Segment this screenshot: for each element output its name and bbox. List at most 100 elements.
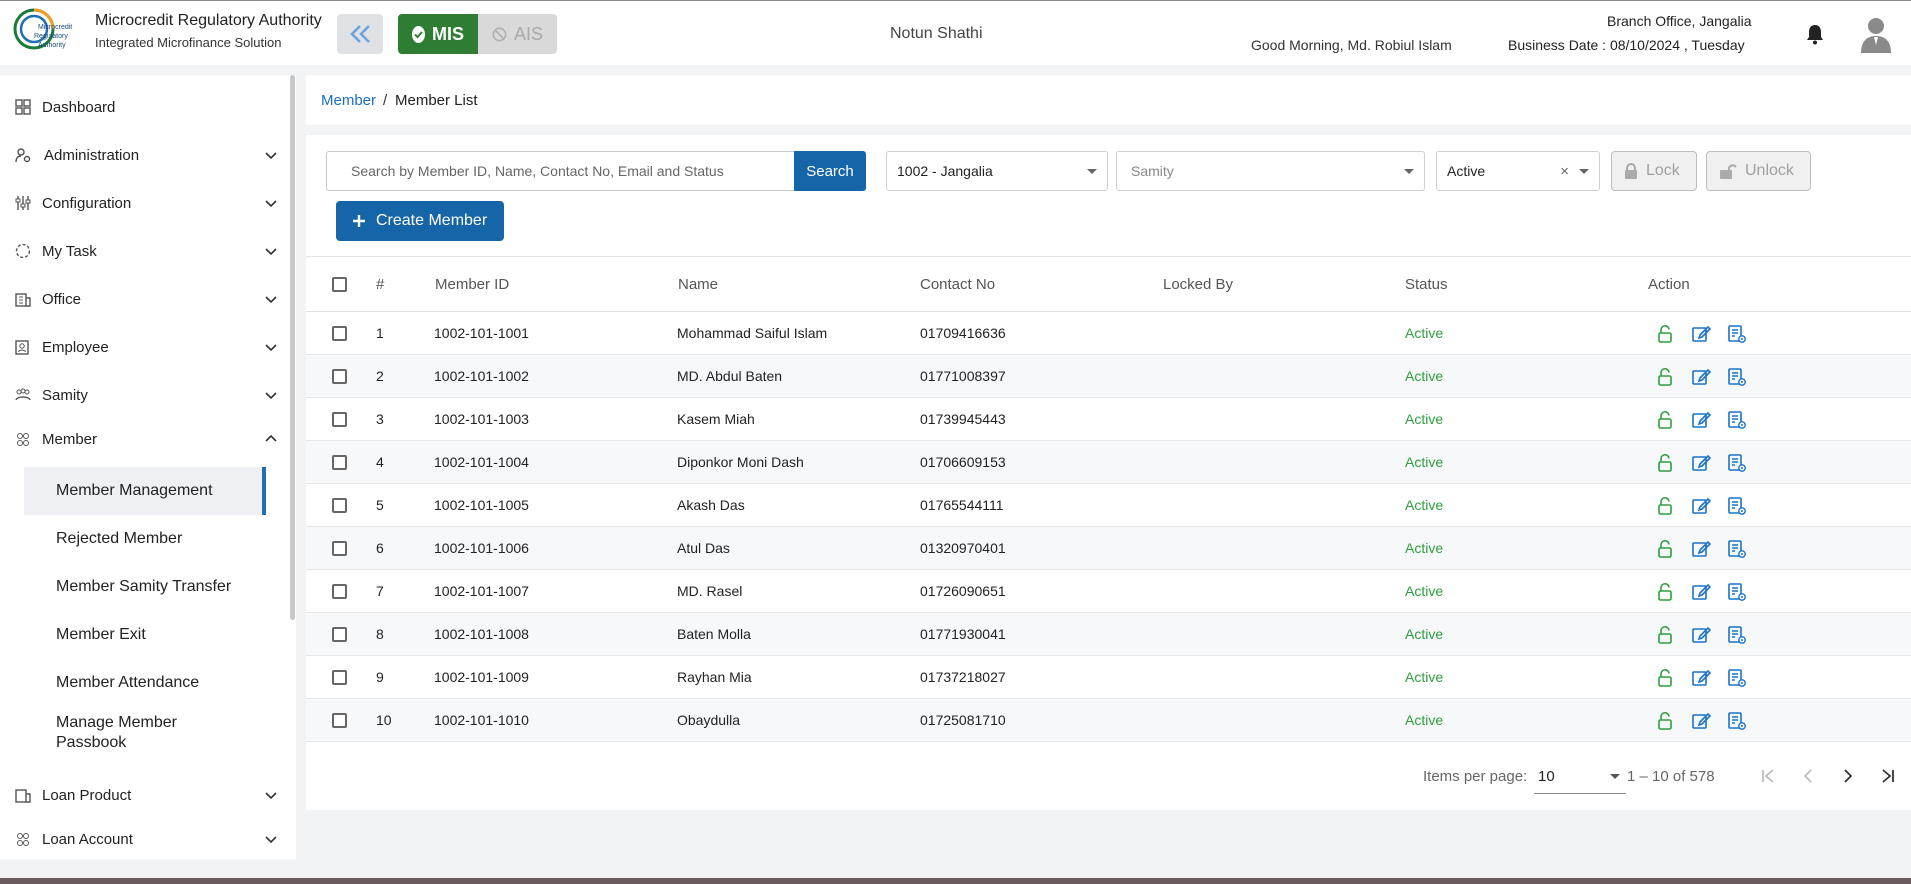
- table-row[interactable]: 4 1002-101-1004 Diponkor Moni Dash 01706609…: [306, 441, 1911, 484]
- unlock-icon[interactable]: [1655, 324, 1675, 344]
- samity-select[interactable]: Samity: [1116, 151, 1425, 191]
- next-page-button[interactable]: [1833, 761, 1863, 791]
- col-header-name[interactable]: Name: [678, 276, 718, 293]
- sidebar-item-employee[interactable]: Employee: [0, 327, 285, 367]
- edit-icon[interactable]: [1691, 410, 1711, 430]
- unlock-button[interactable]: Unlock: [1706, 151, 1811, 191]
- lock-button[interactable]: Lock: [1611, 151, 1697, 191]
- first-page-button[interactable]: [1753, 761, 1783, 791]
- status-select-value: Active: [1447, 163, 1486, 179]
- mis-mode-button[interactable]: MIS: [398, 14, 478, 54]
- row-checkbox[interactable]: [332, 670, 347, 685]
- chevron-down-icon: [265, 836, 277, 844]
- row-checkbox[interactable]: [332, 541, 347, 556]
- edit-icon[interactable]: [1691, 668, 1711, 688]
- view-details-icon[interactable]: [1727, 582, 1747, 602]
- row-checkbox[interactable]: [332, 326, 347, 341]
- row-checkbox[interactable]: [332, 498, 347, 513]
- unlock-icon[interactable]: [1655, 453, 1675, 473]
- table-row[interactable]: 2 1002-101-1002 MD. Abdul Baten 01771008397…: [306, 355, 1911, 398]
- clear-icon[interactable]: ×: [1560, 163, 1569, 180]
- table-row[interactable]: 8 1002-101-1008 Baten Molla 01771930041 Acti…: [306, 613, 1911, 656]
- sidebar-item-administration[interactable]: Administration: [0, 135, 285, 175]
- unlock-icon[interactable]: [1655, 539, 1675, 559]
- unlock-icon[interactable]: [1655, 496, 1675, 516]
- row-checkbox[interactable]: [332, 713, 347, 728]
- breadcrumb-member-link[interactable]: Member: [321, 92, 376, 109]
- table-row[interactable]: 1 1002-101-1001 Mohammad Saiful Islam 01709…: [306, 312, 1911, 355]
- view-details-icon[interactable]: [1727, 453, 1747, 473]
- sidebar-subitem-member-exit[interactable]: Member Exit: [24, 611, 266, 659]
- notification-bell-icon[interactable]: [1805, 23, 1825, 45]
- row-checkbox[interactable]: [332, 455, 347, 470]
- edit-icon[interactable]: [1691, 539, 1711, 559]
- col-header-member-id[interactable]: Member ID: [435, 276, 509, 293]
- row-checkbox[interactable]: [332, 412, 347, 427]
- sidebar-subitem-member-samity-transfer[interactable]: Member Samity Transfer: [24, 563, 266, 611]
- edit-icon[interactable]: [1691, 453, 1711, 473]
- sidebar-item-my-task[interactable]: My Task: [0, 231, 285, 271]
- ais-mode-button[interactable]: AIS: [478, 14, 557, 54]
- search-button[interactable]: Search: [794, 151, 866, 191]
- sidebar-subitem-manage-member-passbook[interactable]: Manage Member Passbook: [24, 707, 266, 759]
- col-header-status[interactable]: Status: [1405, 276, 1448, 293]
- view-details-icon[interactable]: [1727, 625, 1747, 645]
- cell-number: 2: [376, 368, 384, 384]
- view-details-icon[interactable]: [1727, 711, 1747, 731]
- items-per-page-select[interactable]: 10: [1534, 760, 1626, 794]
- sidebar-collapse-button[interactable]: [337, 14, 383, 54]
- sidebar-subitem-member-attendance[interactable]: Member Attendance: [24, 659, 266, 707]
- search-input[interactable]: [326, 151, 800, 191]
- view-details-icon[interactable]: [1727, 324, 1747, 344]
- previous-page-button[interactable]: [1793, 761, 1823, 791]
- table-row[interactable]: 5 1002-101-1005 Akash Das 01765544111 Active: [306, 484, 1911, 527]
- col-header-contact[interactable]: Contact No: [920, 276, 995, 293]
- edit-icon[interactable]: [1691, 711, 1711, 731]
- sidebar-item-loan-account[interactable]: Loan Account: [0, 819, 285, 859]
- last-page-button[interactable]: [1873, 761, 1903, 791]
- sidebar-item-dashboard[interactable]: Dashboard: [0, 87, 285, 127]
- select-all-checkbox[interactable]: [332, 277, 347, 292]
- unlock-icon[interactable]: [1655, 711, 1675, 731]
- status-select[interactable]: Active ×: [1436, 151, 1600, 191]
- sidebar-item-member[interactable]: Member: [0, 419, 285, 459]
- view-details-icon[interactable]: [1727, 367, 1747, 387]
- sidebar-item-office[interactable]: Office: [0, 279, 285, 319]
- sidebar-item-samity[interactable]: Samity: [0, 375, 285, 415]
- unlock-icon[interactable]: [1655, 582, 1675, 602]
- sidebar-subitem-member-management[interactable]: Member Management: [24, 467, 266, 515]
- view-details-icon[interactable]: [1727, 539, 1747, 559]
- table-row[interactable]: 9 1002-101-1009 Rayhan Mia 01737218027 Activ…: [306, 656, 1911, 699]
- sidebar-scrollbar[interactable]: [290, 75, 295, 620]
- edit-icon[interactable]: [1691, 625, 1711, 645]
- unlock-icon[interactable]: [1655, 410, 1675, 430]
- user-avatar-icon[interactable]: [1859, 15, 1893, 53]
- row-checkbox[interactable]: [332, 627, 347, 642]
- sidebar-item-loan-product[interactable]: Loan Product: [0, 775, 285, 815]
- sidebar-item-configuration[interactable]: Configuration: [0, 183, 285, 223]
- create-member-button[interactable]: Create Member: [336, 201, 504, 241]
- row-checkbox[interactable]: [332, 369, 347, 384]
- table-row[interactable]: 6 1002-101-1006 Atul Das 01320970401 Active: [306, 527, 1911, 570]
- unlock-label: Unlock: [1745, 162, 1794, 179]
- unlock-icon[interactable]: [1655, 668, 1675, 688]
- edit-icon[interactable]: [1691, 496, 1711, 516]
- unlock-icon[interactable]: [1655, 367, 1675, 387]
- cell-name: Akash Das: [677, 497, 745, 513]
- mra-logo: Microcredit Regulatory Authority: [13, 8, 72, 50]
- table-row[interactable]: 3 1002-101-1003 Kasem Miah 01739945443 Activ…: [306, 398, 1911, 441]
- edit-icon[interactable]: [1691, 324, 1711, 344]
- caret-down-icon: [1579, 168, 1589, 174]
- view-details-icon[interactable]: [1727, 496, 1747, 516]
- branch-select[interactable]: 1002 - Jangalia: [886, 151, 1108, 191]
- table-row[interactable]: 7 1002-101-1007 MD. Rasel 01726090651 Active: [306, 570, 1911, 613]
- sidebar-subitem-rejected-member[interactable]: Rejected Member: [24, 515, 266, 563]
- view-details-icon[interactable]: [1727, 410, 1747, 430]
- edit-icon[interactable]: [1691, 367, 1711, 387]
- row-checkbox[interactable]: [332, 584, 347, 599]
- col-header-locked-by[interactable]: Locked By: [1163, 276, 1233, 293]
- edit-icon[interactable]: [1691, 582, 1711, 602]
- view-details-icon[interactable]: [1727, 668, 1747, 688]
- unlock-icon[interactable]: [1655, 625, 1675, 645]
- table-row[interactable]: 10 1002-101-1010 Obaydulla 01725081710 Activ…: [306, 699, 1911, 742]
